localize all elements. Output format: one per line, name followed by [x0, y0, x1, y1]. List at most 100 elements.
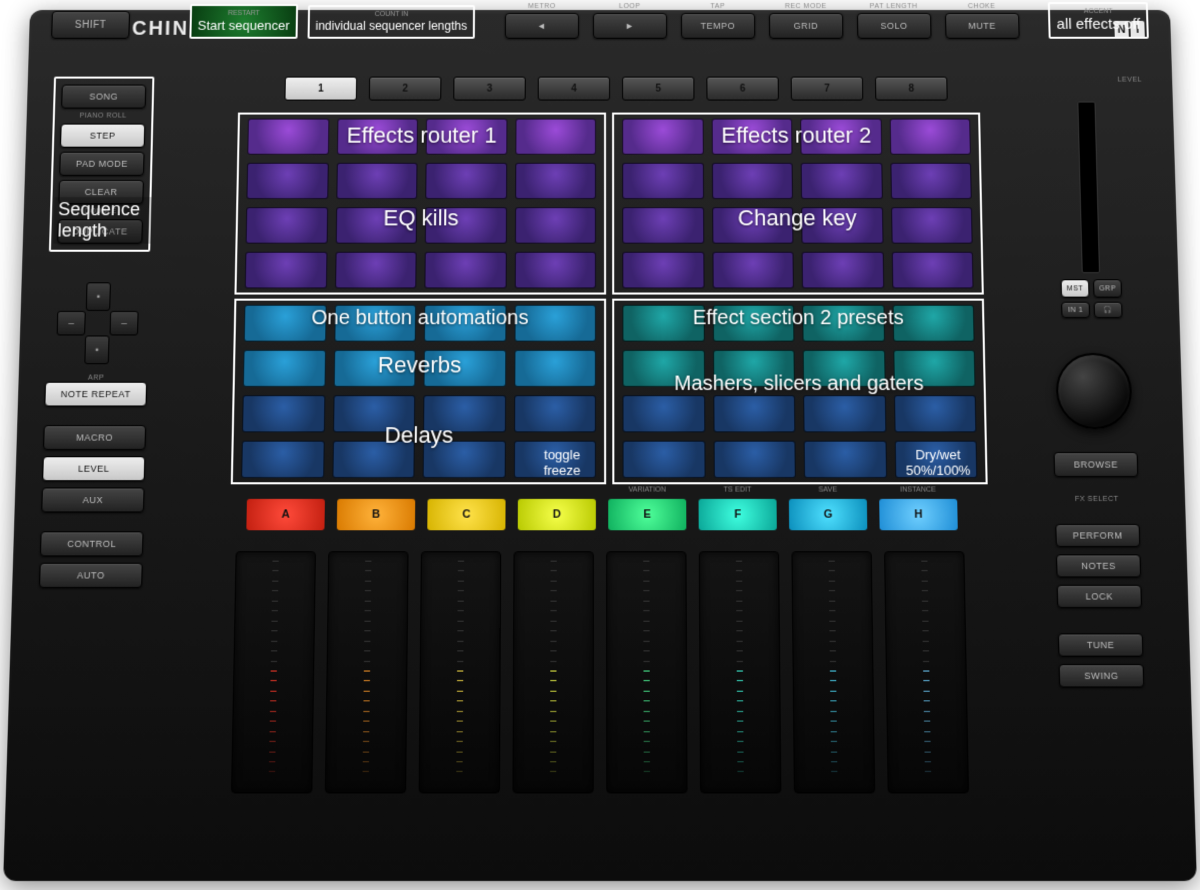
control-button[interactable]: CONTROL: [40, 531, 144, 556]
touch-strip-7[interactable]: [791, 551, 875, 793]
pad[interactable]: [334, 305, 416, 342]
browse-button[interactable]: BROWSE: [1054, 452, 1139, 477]
pad[interactable]: [336, 163, 418, 199]
pad[interactable]: [622, 163, 703, 199]
tune-button[interactable]: TUNE: [1058, 633, 1143, 656]
dpad-down[interactable]: ▪: [84, 335, 109, 364]
pad[interactable]: [245, 252, 327, 289]
pad[interactable]: [423, 441, 506, 478]
pad[interactable]: [514, 395, 596, 432]
pad[interactable]: [241, 441, 324, 478]
grp-button[interactable]: GRP: [1093, 279, 1122, 297]
lock-button[interactable]: LOCK: [1057, 585, 1142, 608]
pad[interactable]: [335, 252, 417, 289]
scene-button-4[interactable]: 4: [538, 77, 610, 101]
scene-button-5[interactable]: 5: [622, 77, 694, 101]
pad[interactable]: [243, 350, 326, 387]
group-button-g[interactable]: G: [789, 499, 867, 530]
group-button-c[interactable]: C: [427, 499, 505, 530]
pad[interactable]: [333, 395, 416, 432]
pad[interactable]: [622, 207, 704, 243]
pad[interactable]: [332, 441, 415, 478]
group-button-e[interactable]: E: [608, 499, 686, 530]
touch-strip-2[interactable]: [325, 551, 409, 793]
pad[interactable]: [801, 207, 883, 243]
swing-button[interactable]: SWING: [1059, 664, 1145, 687]
in1-button[interactable]: IN 1: [1061, 302, 1090, 318]
touch-strip-6[interactable]: [699, 551, 782, 793]
pad[interactable]: [801, 163, 883, 199]
headphones-button[interactable]: 🎧: [1094, 302, 1123, 318]
pad[interactable]: [335, 207, 417, 243]
mst-button[interactable]: MST: [1061, 279, 1090, 297]
pad-mode-button[interactable]: PAD MODE: [59, 152, 144, 176]
pad[interactable]: [333, 350, 416, 387]
bottom-button-solo[interactable]: SOLO: [857, 13, 931, 39]
pad[interactable]: [424, 305, 506, 342]
pad[interactable]: [803, 350, 886, 387]
dpad-right[interactable]: –: [110, 311, 139, 336]
pad[interactable]: [622, 305, 704, 342]
scene-button-6[interactable]: 6: [706, 77, 778, 101]
pad[interactable]: [893, 350, 976, 387]
pad[interactable]: [423, 350, 505, 387]
pad[interactable]: [622, 119, 703, 155]
pad[interactable]: [890, 163, 972, 199]
scene-button-1[interactable]: 1: [284, 77, 357, 101]
pad[interactable]: [893, 395, 976, 432]
pad[interactable]: [802, 252, 884, 289]
pad[interactable]: [423, 395, 506, 432]
pad[interactable]: [244, 305, 326, 342]
aux-button[interactable]: AUX: [41, 487, 144, 512]
group-button-d[interactable]: D: [518, 499, 596, 530]
bottom-button-tempo[interactable]: TEMPO: [681, 13, 755, 39]
touch-strip-4[interactable]: [512, 551, 593, 793]
pad[interactable]: [712, 252, 794, 289]
perform-button[interactable]: PERFORM: [1055, 524, 1140, 547]
touch-strip-1[interactable]: [231, 551, 316, 793]
scene-button-8[interactable]: 8: [875, 77, 948, 101]
pad[interactable]: [711, 163, 793, 199]
pad[interactable]: [425, 163, 507, 199]
dpad-left[interactable]: –: [57, 311, 86, 336]
step-button[interactable]: STEP: [60, 124, 145, 148]
scene-button-2[interactable]: 2: [369, 77, 442, 101]
bottom-button-◄[interactable]: ◄: [505, 13, 579, 39]
touch-strip-8[interactable]: [884, 551, 969, 793]
song-button[interactable]: SONG: [61, 85, 146, 109]
pad[interactable]: [892, 305, 975, 342]
pad[interactable]: [803, 395, 886, 432]
pad[interactable]: [802, 305, 884, 342]
pad[interactable]: [894, 441, 977, 478]
pad[interactable]: [515, 163, 596, 199]
pad[interactable]: [804, 441, 887, 478]
pad[interactable]: [622, 252, 704, 289]
scene-button-7[interactable]: 7: [791, 77, 864, 101]
pad[interactable]: [247, 119, 329, 155]
auto-button[interactable]: AUTO: [39, 563, 143, 588]
pad[interactable]: [246, 207, 328, 243]
dpad-up[interactable]: ▪: [86, 282, 111, 311]
pad[interactable]: [336, 119, 417, 155]
pad[interactable]: [891, 207, 973, 243]
group-button-a[interactable]: A: [246, 499, 325, 530]
touch-strip-5[interactable]: [606, 551, 687, 793]
start-sequencer-box[interactable]: RESTART Start sequencer: [189, 4, 298, 39]
all-effects-off-box[interactable]: ACCENT all effects off: [1048, 2, 1149, 39]
bottom-button-grid[interactable]: GRID: [769, 13, 843, 39]
notes-button[interactable]: NOTES: [1056, 554, 1141, 577]
touch-strip-3[interactable]: [419, 551, 502, 793]
pad[interactable]: [622, 350, 704, 387]
shift-button[interactable]: SHIFT: [51, 11, 130, 39]
pad[interactable]: [514, 350, 596, 387]
pad[interactable]: [515, 119, 596, 155]
pad[interactable]: [713, 395, 796, 432]
level-button[interactable]: LEVEL: [42, 456, 145, 481]
individual-sequencer-lengths-box[interactable]: COUNT IN individual sequencer lengths: [307, 5, 475, 39]
encoder-knob[interactable]: [1055, 353, 1133, 429]
pad[interactable]: [711, 119, 792, 155]
pad[interactable]: [242, 395, 325, 432]
pad[interactable]: [424, 252, 506, 289]
pad[interactable]: [514, 252, 596, 289]
pad[interactable]: [246, 163, 328, 199]
